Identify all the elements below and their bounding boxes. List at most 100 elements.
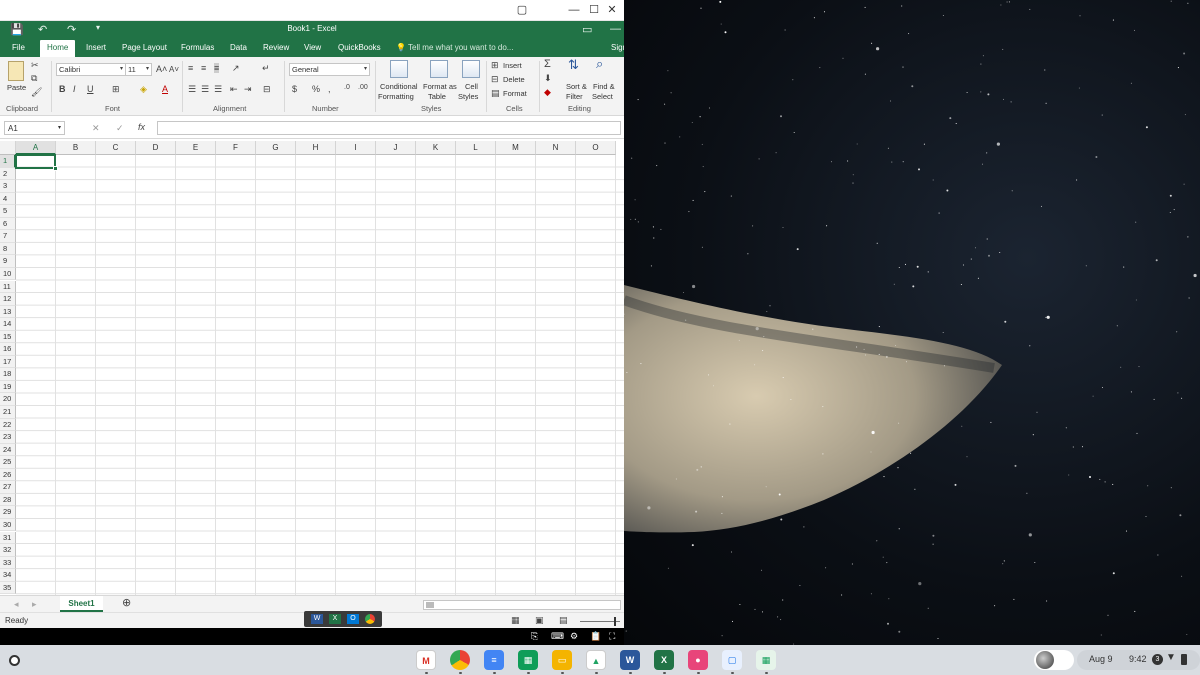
row-header-33[interactable]: 33 — [0, 556, 16, 570]
insert-function-icon[interactable]: fx — [138, 122, 145, 132]
sign-in-link[interactable]: Sign — [611, 43, 624, 52]
tab-review[interactable]: Review — [263, 43, 289, 52]
conditional-formatting-label-1[interactable]: Conditional — [380, 82, 418, 91]
clear-icon[interactable]: ◆ — [544, 87, 551, 97]
top-align-icon[interactable]: ≡ — [188, 63, 193, 73]
open-windows-preview[interactable]: W X O — [304, 611, 382, 627]
middle-align-icon[interactable]: ≡ — [201, 63, 206, 73]
keyboard-icon[interactable]: ⌨ — [551, 631, 564, 641]
shelf-app-sheets-icon[interactable]: ▦ — [518, 650, 538, 670]
shelf-app-screen-recorder-icon[interactable]: ● — [688, 650, 708, 670]
tell-me-search[interactable]: 💡 Tell me what you want to do... — [396, 43, 513, 52]
paste-button[interactable]: Paste — [7, 83, 26, 92]
scroll-right-sheets-icon[interactable]: ▸ — [32, 599, 37, 609]
screenshot-icon[interactable]: ⎘ — [531, 631, 538, 641]
cut-icon[interactable]: ✂ — [31, 60, 39, 70]
row-header-26[interactable]: 26 — [0, 468, 16, 482]
minimize-icon[interactable]: — — [566, 3, 582, 17]
row-header-22[interactable]: 22 — [0, 418, 16, 432]
row-header-35[interactable]: 35 — [0, 581, 16, 595]
row-header-15[interactable]: 15 — [0, 330, 16, 344]
bottom-align-icon[interactable]: ≡ — [214, 63, 220, 73]
borders-icon[interactable]: ⊞ — [112, 84, 120, 94]
fullscreen-icon[interactable]: ⛶ — [609, 631, 615, 641]
tab-insert[interactable]: Insert — [86, 43, 106, 52]
column-header-b[interactable]: B — [56, 141, 96, 155]
row-header-5[interactable]: 5 — [0, 205, 16, 218]
row-header-32[interactable]: 32 — [0, 544, 16, 557]
enter-icon[interactable]: ✓ — [116, 123, 124, 133]
font-color-button[interactable]: A — [162, 84, 168, 94]
row-header-17[interactable]: 17 — [0, 355, 16, 369]
column-header-f[interactable]: F — [216, 141, 256, 155]
ribbon-options-icon[interactable]: ▭ — [582, 23, 592, 36]
insert-cells-icon[interactable]: ⊞ — [491, 60, 499, 70]
column-header-c[interactable]: C — [96, 141, 136, 155]
column-header-h[interactable]: H — [296, 141, 336, 155]
minimize-ribbon-icon[interactable]: — — [610, 23, 621, 35]
column-header-k[interactable]: K — [416, 141, 456, 155]
sort-filter-icon[interactable]: ⇅ — [568, 58, 579, 71]
comma-button[interactable]: , — [328, 84, 331, 94]
underline-button[interactable]: U — [87, 84, 94, 94]
formula-input[interactable] — [157, 121, 621, 135]
cancel-icon[interactable]: ✕ — [92, 123, 100, 133]
zoom-slider-thumb[interactable] — [614, 617, 616, 626]
column-header-d[interactable]: D — [136, 141, 176, 155]
row-header-34[interactable]: 34 — [0, 569, 16, 582]
align-center-icon[interactable]: ☰ — [201, 84, 209, 94]
tab-formulas[interactable]: Formulas — [181, 43, 214, 52]
column-header-i[interactable]: I — [336, 141, 376, 155]
delete-cells-icon[interactable]: ⊟ — [491, 74, 499, 84]
row-header-2[interactable]: 2 — [0, 167, 16, 181]
row-header-16[interactable]: 16 — [0, 343, 16, 356]
align-left-icon[interactable]: ☰ — [188, 84, 196, 94]
shelf-app-slides-icon[interactable]: ▭ — [552, 650, 572, 670]
normal-view-icon[interactable]: ▦ — [511, 615, 520, 625]
font-size-select[interactable]: 11 ▾ — [125, 63, 152, 76]
row-header-18[interactable]: 18 — [0, 368, 16, 381]
cell-styles-label-2[interactable]: Styles — [458, 92, 478, 101]
shelf-app-word-icon[interactable]: W — [620, 650, 640, 670]
shelf-app-drive-icon[interactable]: ▲ — [586, 650, 606, 670]
tab-view[interactable]: View — [304, 43, 321, 52]
delete-cells-button[interactable]: Delete — [503, 75, 525, 84]
format-as-table-label-1[interactable]: Format as — [423, 82, 457, 91]
wrap-text-icon[interactable]: ↵ — [262, 63, 270, 73]
settings-gear-icon[interactable]: ⚙ — [570, 631, 578, 641]
italic-button[interactable]: I — [73, 84, 76, 94]
sort-filter-label-1[interactable]: Sort & — [566, 82, 587, 91]
shelf-app-excel-icon[interactable]: X — [654, 650, 674, 670]
sort-filter-label-2[interactable]: Filter — [566, 92, 583, 101]
conditional-formatting-icon[interactable] — [390, 60, 408, 78]
row-header-1[interactable]: 1 — [0, 155, 16, 168]
shelf-app-gmail-icon[interactable]: M — [416, 650, 436, 670]
merge-center-icon[interactable]: ⊟ — [263, 84, 271, 94]
row-header-11[interactable]: 11 — [0, 280, 16, 294]
outlook-mini-icon[interactable]: O — [347, 614, 359, 624]
worksheet-grid[interactable]: A B C D E F G H I J K L M N O 1 2 3 4 5 6 7 8 9 10 11 12 13 14 15 16 17… — [0, 141, 624, 595]
shelf-app-sheets-2-icon[interactable]: ▦ — [756, 650, 776, 670]
horizontal-scrollbar[interactable] — [423, 600, 621, 610]
row-header-27[interactable]: 27 — [0, 481, 16, 494]
launcher-icon[interactable] — [9, 655, 20, 666]
row-header-21[interactable]: 21 — [0, 406, 16, 419]
selected-cell-a1[interactable] — [15, 154, 58, 171]
fill-handle[interactable] — [53, 165, 58, 171]
font-name-select[interactable]: Calibri ▾ — [56, 63, 126, 76]
maximize-icon[interactable]: ☐ — [586, 3, 602, 17]
row-header-10[interactable]: 10 — [0, 267, 16, 281]
conditional-formatting-label-2[interactable]: Formatting — [378, 92, 414, 101]
row-header-3[interactable]: 3 — [0, 180, 16, 193]
row-header-31[interactable]: 31 — [0, 531, 16, 545]
percent-button[interactable]: % — [312, 84, 320, 94]
row-header-13[interactable]: 13 — [0, 305, 16, 319]
shrink-font-icon[interactable]: A˅ — [169, 65, 179, 75]
row-header-24[interactable]: 24 — [0, 443, 16, 457]
column-header-a[interactable]: A — [16, 141, 56, 155]
currency-button[interactable]: $ — [292, 84, 297, 94]
tab-page-layout[interactable]: Page Layout — [122, 43, 167, 52]
increase-indent-icon[interactable]: ⇥ — [244, 84, 252, 94]
status-tray[interactable]: Aug 9 9:42 3 ▼ — [1077, 650, 1200, 670]
paste-icon[interactable] — [8, 61, 24, 81]
